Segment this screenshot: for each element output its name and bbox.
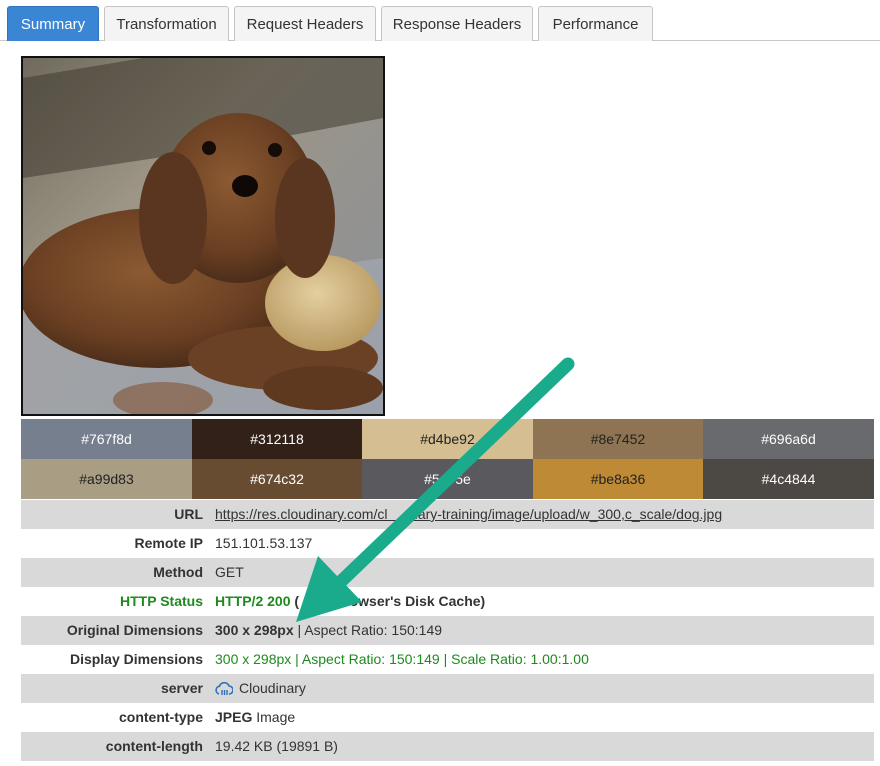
table-row: Display Dimensions 300 x 298px | Aspect … xyxy=(21,645,874,674)
table-row: server Cloudinary xyxy=(21,674,874,703)
swatch-label: #312118 xyxy=(250,431,304,447)
swatch: #767f8d xyxy=(21,419,192,459)
swatch: #312118 xyxy=(192,419,362,459)
tab-performance[interactable]: Performance xyxy=(538,6,653,41)
swatch-label: #8e7452 xyxy=(590,431,646,447)
table-row: Original Dimensions 300 x 298px | Aspect… xyxy=(21,616,874,645)
swatch: #d4be92 xyxy=(362,419,533,459)
http-status-key: HTTP Status xyxy=(120,593,203,609)
original-dimensions-size: 300 x 298px xyxy=(215,622,294,638)
display-dimensions-key: Display Dimensions xyxy=(69,651,203,667)
display-dimensions-value: 300 x 298px | Aspect Ratio: 150:149 | Sc… xyxy=(215,651,589,667)
content-type-kind: Image xyxy=(252,709,296,725)
server-name: Cloudinary xyxy=(239,680,306,696)
swatch-label: #5 5e xyxy=(424,471,471,487)
content-length-key: content-length xyxy=(105,738,203,754)
swatch-label: #767f8d xyxy=(81,431,132,447)
swatch: #696a6d xyxy=(703,419,874,459)
original-dimensions-key: Original Dimensions xyxy=(66,622,203,638)
image-preview xyxy=(21,56,385,416)
swatch-label: #a99d83 xyxy=(79,471,134,487)
cloudinary-cloud-icon xyxy=(215,682,233,695)
http-status-value: HTTP/2 200 ( Browser's Disk Cache) xyxy=(215,587,485,616)
remote-ip-key: Remote IP xyxy=(134,535,203,551)
swatch: #5 5e xyxy=(362,459,533,499)
swatch-label: #696a6d xyxy=(761,431,816,447)
swatch: #8e7452 xyxy=(533,419,703,459)
table-row: content-length 19.42 KB (19891 B) xyxy=(21,732,874,761)
table-row: Remote IP 151.101.53.137 xyxy=(21,529,874,558)
original-dimensions-value: 300 x 298px | Aspect Ratio: 150:149 xyxy=(215,616,442,645)
tab-request-headers[interactable]: Request Headers xyxy=(234,6,376,41)
table-row: Method GET xyxy=(21,558,874,587)
summary-info-table: URL https://res.cloudinary.com/cl inary-… xyxy=(21,500,874,761)
swatch: #4c4844 xyxy=(703,459,874,499)
content-type-key: content-type xyxy=(119,709,203,725)
swatch-label: #674c32 xyxy=(250,471,304,487)
url-link[interactable]: https://res.cloudinary.com/cl inary-trai… xyxy=(215,500,722,529)
server-key: server xyxy=(160,680,203,696)
tab-bar: Summary Transformation Request Headers R… xyxy=(0,0,880,41)
content-length-value: 19.42 KB (19891 B) xyxy=(215,738,338,754)
content-type-value: JPEG Image xyxy=(215,703,295,732)
tab-transformation[interactable]: Transformation xyxy=(104,6,229,41)
url-key: URL xyxy=(174,506,203,522)
color-palette: #767f8d #312118 #d4be92 #8e7452 #696a6d … xyxy=(21,419,874,500)
http-status-code: HTTP/2 200 xyxy=(215,593,291,609)
tab-response-headers[interactable]: Response Headers xyxy=(381,6,533,41)
table-row: HTTP Status HTTP/2 200 ( Browser's Disk … xyxy=(21,587,874,616)
original-dimensions-ratio: | Aspect Ratio: 150:149 xyxy=(293,622,443,638)
method-key: Method xyxy=(153,564,203,580)
swatch: #a99d83 xyxy=(21,459,192,499)
server-value[interactable]: Cloudinary xyxy=(215,674,306,703)
table-row: content-type JPEG Image xyxy=(21,703,874,732)
tab-summary[interactable]: Summary xyxy=(7,6,99,41)
method-value: GET xyxy=(215,564,244,580)
swatch: #be8a36 xyxy=(533,459,703,499)
swatch: #674c32 xyxy=(192,459,362,499)
swatch-label: #d4be92 xyxy=(420,431,475,447)
dog-photo xyxy=(23,58,383,414)
remote-ip-value: 151.101.53.137 xyxy=(215,535,313,551)
content-type-format: JPEG xyxy=(215,709,253,725)
http-status-cache: ( Browser's Disk Cache) xyxy=(290,593,486,609)
swatch-label: #4c4844 xyxy=(761,471,816,487)
swatch-label: #be8a36 xyxy=(590,471,646,487)
table-row: URL https://res.cloudinary.com/cl inary-… xyxy=(21,500,874,529)
